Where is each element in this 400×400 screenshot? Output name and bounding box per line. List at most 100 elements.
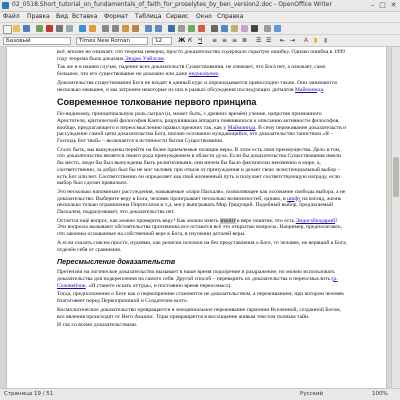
preview-icon[interactable] (66, 25, 73, 32)
datasources-icon[interactable] (241, 25, 248, 32)
highlight-icon[interactable]: ▮ (314, 37, 317, 45)
text-run: всё, вполне не означает, что теорема нев… (57, 49, 345, 62)
menu-bar: Файл Правка Вид Вставка Формат Таблица С… (0, 12, 400, 23)
numbering-icon[interactable]: ☰ (256, 37, 261, 45)
wiles-link[interactable]: Эндрю Уайлсом (125, 56, 164, 62)
align-center-icon[interactable]: ≡ (222, 37, 227, 45)
vertical-scrollbar[interactable] (391, 47, 400, 388)
menu-window[interactable]: Окно (196, 13, 212, 20)
decrease-indent-icon[interactable]: ⇤ (280, 37, 285, 45)
bullets-icon[interactable]: ☰ (266, 37, 271, 45)
intro-paragraph-2: Так же и в нашем случае, падение всех до… (57, 64, 347, 77)
formatting-toolbar: Базовый Times New Roman 12 Ж К Ч ≡ ≡ ≡ ≣… (0, 35, 400, 47)
modern-paragraph-1: По-видимому, принципиальную роль сыграл … (57, 111, 347, 145)
modern-paragraph-5: А если сказать совсем просто, иудеями, к… (57, 239, 347, 253)
text-run: . (323, 86, 325, 93)
modern-paragraph-2: Стало быть, мы вынуждены перейти на боле… (57, 146, 341, 187)
pdf-icon[interactable] (46, 25, 53, 32)
text-run: в вере понятие, что есть (235, 217, 296, 224)
close-icon[interactable]: ✕ (389, 1, 398, 10)
text-run: . (163, 55, 166, 62)
language-indicator[interactable]: Русский (300, 391, 323, 397)
edit-mode-icon[interactable] (36, 25, 43, 32)
standard-toolbar (0, 23, 400, 35)
intro-paragraph-3: Доказательства существования Бога не вхо… (57, 80, 347, 93)
writer-app-icon (2, 2, 9, 9)
save-icon[interactable] (23, 25, 30, 32)
paragraph-style-select[interactable]: Базовый (3, 37, 71, 45)
document-workspace: всё, вполне не означает, что теорема нев… (0, 47, 391, 388)
menu-table[interactable]: Таблица (135, 13, 162, 20)
format-paint-icon[interactable] (132, 25, 139, 32)
italic-icon[interactable]: К (188, 37, 192, 45)
endogh-link[interactable]: Эндогхбиздарий (296, 218, 335, 224)
document-page[interactable]: всё, вполне не означает, что теорема нев… (6, 47, 387, 388)
subsection-heading: Пересмысление доказательств (57, 257, 176, 267)
minimize-icon[interactable]: – (368, 1, 377, 10)
text-run: По-видимому, принципиальную роль сыграл … (57, 111, 322, 118)
copy-icon[interactable] (112, 25, 119, 32)
background-color-icon[interactable]: ▮ (324, 37, 327, 45)
zoom-indicator[interactable]: 100% (372, 391, 388, 397)
intro-paragraph-1: всё, вполне не означает, что теорема нев… (57, 49, 347, 62)
menu-view[interactable]: Вид (56, 13, 68, 20)
font-name-select[interactable]: Times New Roman (76, 37, 148, 45)
text-run: . (218, 71, 220, 78)
underline-icon[interactable]: Ч (198, 37, 202, 45)
maimanid-link[interactable]: Майманида (228, 125, 256, 131)
unprovable-link[interactable]: недоказуемо (189, 71, 219, 77)
new-doc-icon[interactable] (3, 25, 12, 34)
bold-icon[interactable]: Ж (178, 37, 185, 45)
menu-help[interactable]: Справка (217, 13, 243, 20)
image-icon[interactable] (188, 25, 195, 32)
spellcheck-icon[interactable] (79, 25, 86, 32)
chart-icon[interactable] (198, 25, 205, 32)
title-bar: 02_0518.Short_tutorial_on_fundamentals_o… (0, 0, 400, 12)
proof-paragraph-2: Тогда, предположение о Боге как о первоп… (57, 291, 345, 305)
help-icon[interactable] (274, 25, 281, 32)
navigator-icon[interactable] (221, 25, 228, 32)
maximize-icon[interactable]: □ (378, 1, 387, 10)
increase-indent-icon[interactable]: ⇥ (290, 37, 295, 45)
table-icon[interactable] (178, 25, 185, 32)
text-run: Аристотеля, критический философия Канта,… (57, 117, 258, 124)
document-body: всё, вполне не означает, что теорема нев… (57, 49, 347, 331)
menu-tools[interactable]: Сервис (166, 13, 188, 20)
find-icon[interactable] (211, 25, 218, 32)
page-indicator: Страница 19 / 51 (4, 391, 54, 397)
autospell-icon[interactable] (89, 25, 96, 32)
shifu-link[interactable]: шифу (287, 196, 301, 202)
font-color-icon[interactable]: A (304, 37, 308, 45)
text-run: Остается ещё вопрос, как можно проверить… (57, 217, 220, 224)
selected-text[interactable]: значит (219, 217, 236, 224)
proof-paragraph-1: Претензии на логическое доказательство в… (57, 269, 347, 289)
zoom-icon[interactable] (264, 25, 271, 32)
menu-edit[interactable]: Правка (27, 13, 50, 20)
status-bar: Страница 19 / 51 Русский 100% (0, 388, 400, 400)
menu-file[interactable]: Файл (3, 13, 20, 20)
modern-paragraph-4: Остается ещё вопрос, как можно проверить… (57, 217, 347, 238)
text-run: Претензии на логическое доказательство в… (57, 269, 335, 282)
proof-paragraph-3: Космологическое доказательство превращае… (57, 306, 341, 320)
scroll-thumb[interactable] (393, 157, 399, 197)
proof-paragraph-4: И так со всеми доказательствами. (57, 322, 138, 329)
window-title: 02_0518.Short_tutorial_on_fundamentals_o… (12, 1, 332, 8)
modern-paragraph-3: Это несколько напоминает рассуждения, на… (57, 189, 347, 216)
print-icon[interactable] (56, 25, 63, 32)
paste-icon[interactable] (122, 25, 129, 32)
align-left-icon[interactable]: ≡ (212, 37, 217, 45)
nonprinting-chars-icon[interactable] (251, 25, 258, 32)
justify-icon[interactable]: ≣ (242, 37, 247, 45)
open-icon[interactable] (13, 25, 20, 32)
gallery-icon[interactable] (231, 25, 238, 32)
menu-format[interactable]: Формат (104, 13, 128, 20)
section-heading: Современное толкование первого принципа (57, 97, 257, 108)
hyperlink-icon[interactable] (168, 25, 175, 32)
maimonides-link[interactable]: Маймонида (295, 87, 323, 93)
font-size-select[interactable]: 12 (152, 37, 172, 45)
cut-icon[interactable] (102, 25, 109, 32)
align-right-icon[interactable]: ≡ (232, 37, 237, 45)
redo-icon[interactable] (155, 25, 162, 32)
menu-insert[interactable]: Вставка (72, 13, 97, 20)
undo-icon[interactable] (145, 25, 152, 32)
